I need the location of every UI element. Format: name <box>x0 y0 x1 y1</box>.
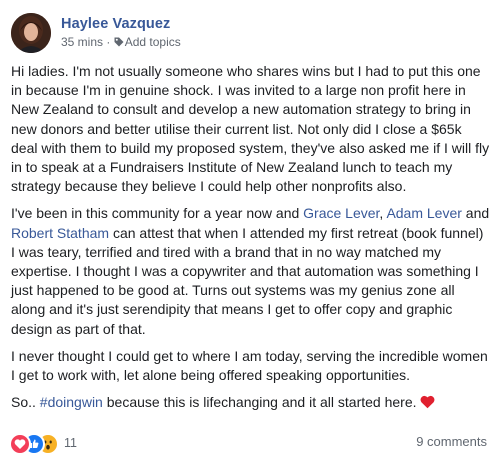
red-heart-icon <box>420 395 435 409</box>
hashtag-link[interactable]: #doingwin <box>40 394 103 410</box>
mention-link[interactable]: Robert Statham <box>11 225 109 241</box>
mention-link[interactable]: Adam Lever <box>386 205 461 221</box>
tag-icon <box>114 36 124 47</box>
reaction-count: 11 <box>64 436 77 450</box>
post-header: Haylee Vazquez 35 mins · Add topics <box>11 10 491 54</box>
post-footer: 11 9 comments <box>9 431 489 455</box>
paragraph-text: because this is lifechanging and it all … <box>102 394 417 411</box>
paragraph-text: I've been in this community for a year n… <box>11 205 304 222</box>
meta-separator: · <box>106 35 111 49</box>
post-body: Hi ladies. I'm not usually someone who s… <box>11 62 491 418</box>
add-topics-link[interactable]: Add topics <box>125 35 181 49</box>
post-paragraph: Hi ladies. I'm not usually someone who s… <box>11 62 491 196</box>
paragraph-text: I never thought I could get to where I a… <box>11 347 488 384</box>
post-paragraph: So.. #doingwin because this is lifechang… <box>11 393 491 412</box>
post-meta: 35 mins · Add topics <box>61 35 181 49</box>
avatar-image <box>11 13 51 53</box>
mention-link[interactable]: Grace Lever <box>303 205 379 221</box>
paragraph-text: So.. <box>11 394 40 411</box>
post-time[interactable]: 35 mins <box>61 35 103 49</box>
love-reaction-icon <box>9 433 31 455</box>
paragraph-text: and <box>461 205 490 222</box>
post-paragraph: I never thought I could get to where I a… <box>11 347 491 385</box>
paragraph-text: Hi ladies. I'm not usually someone who s… <box>11 63 490 195</box>
paragraph-text: can attest that when I attended my first… <box>11 224 484 337</box>
comments-count[interactable]: 9 comments <box>416 434 487 449</box>
author-avatar[interactable] <box>11 13 51 53</box>
post-paragraph: I've been in this community for a year n… <box>11 204 491 338</box>
author-name[interactable]: Haylee Vazquez <box>61 16 170 32</box>
